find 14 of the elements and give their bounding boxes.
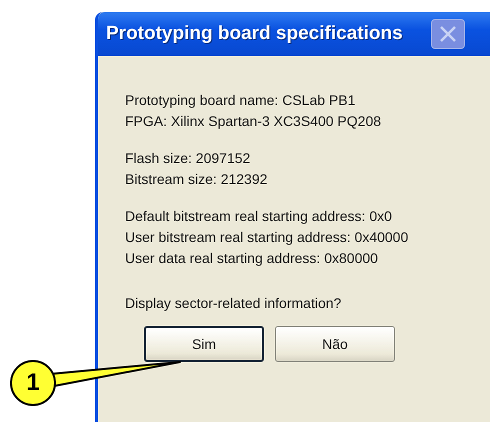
question-text: Display sector-related information?: [125, 295, 342, 312]
spec-text: Flash size: 2097152: [125, 150, 252, 167]
dialog-button[interactable]: Sim: [144, 326, 264, 362]
spec-text: Bitstream size: 212392: [125, 171, 268, 188]
close-button[interactable]: [430, 19, 465, 49]
spec-text: FPGA: Xilinx Spartan-3 XC3S400 PQ208: [125, 113, 382, 130]
spec-text: Prototyping board name: CSLab PB1: [125, 92, 356, 109]
close-icon: [438, 25, 457, 43]
dialog-button[interactable]: Não: [275, 326, 395, 362]
callout-badge: 1: [10, 360, 56, 406]
spec-text: User data real starting address: 0x80000: [125, 250, 379, 267]
spec-text: User bitstream real starting address: 0x40000: [125, 229, 410, 246]
window-title: Prototyping board specifications: [106, 23, 403, 45]
spec-text: Default bitstream real starting address: 0x0: [125, 208, 393, 225]
